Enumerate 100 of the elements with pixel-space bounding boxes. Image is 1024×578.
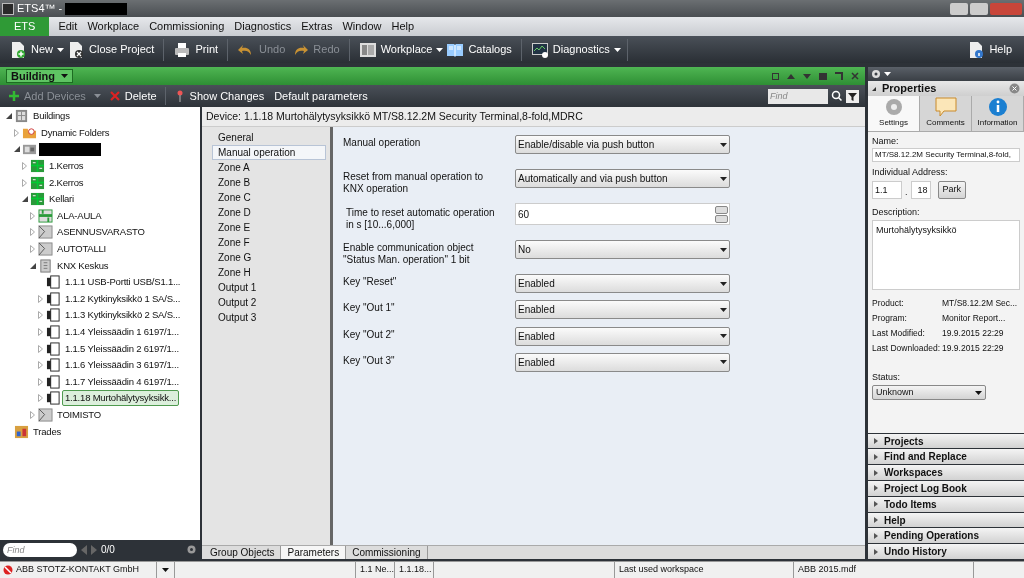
tree-item[interactable]: 1.1.1 USB-Portti USB/S1.1... — [62, 274, 184, 291]
tree-item[interactable]: 1.1.6 Yleissäädin 3 6197/1... — [62, 357, 182, 374]
menu-item[interactable]: Edit — [53, 17, 83, 36]
parameter-page-item[interactable]: Zone E — [212, 220, 326, 235]
collapsed-triangle-icon[interactable] — [30, 245, 35, 254]
filter-icon[interactable] — [846, 89, 859, 103]
parameter-page-item[interactable]: Zone F — [212, 235, 326, 250]
tree-item[interactable]: TOIMISTO — [54, 407, 104, 423]
menu-item[interactable]: Workplace — [82, 17, 145, 36]
toolbar-button[interactable]: Catalogs — [443, 40, 515, 59]
park-button[interactable]: Park — [937, 181, 967, 199]
panel-action-button[interactable]: Delete — [106, 87, 159, 105]
spin-down-button[interactable] — [715, 214, 728, 223]
parameter-page-item[interactable]: Zone D — [212, 205, 326, 220]
spin-up-button[interactable] — [715, 205, 728, 214]
previous-arrow-icon[interactable] — [81, 544, 87, 555]
settings-icon[interactable] — [186, 544, 197, 555]
tree-item[interactable]: Kellari — [46, 191, 77, 208]
expanded-triangle-icon[interactable] — [21, 196, 28, 203]
toolbar-button[interactable]: Print — [170, 40, 222, 59]
tree-item[interactable]: AUTOTALLI — [54, 241, 110, 258]
menu-item[interactable]: Commissioning — [144, 17, 230, 36]
toolbar-button[interactable]: Close Project — [64, 40, 158, 59]
collapsed-panel-header[interactable]: Projects — [868, 433, 1024, 449]
collapsed-triangle-icon[interactable] — [22, 162, 27, 171]
parameter-page-item[interactable]: Output 3 — [212, 310, 326, 325]
find-field[interactable]: Find — [768, 88, 828, 104]
parameter-dropdown[interactable]: Enabled — [515, 352, 730, 372]
tree-item[interactable]: Trades — [30, 423, 64, 440]
panel-action-button[interactable]: Default parameters — [272, 87, 370, 105]
collapsed-triangle-icon[interactable] — [30, 211, 35, 220]
collapsed-panel-header[interactable]: Pending Operations — [868, 528, 1024, 544]
tree-item[interactable]: Dynamic Folders — [38, 124, 113, 141]
up-triangle-icon[interactable] — [787, 73, 795, 79]
menu-item[interactable]: ETS — [0, 17, 50, 36]
find-field[interactable]: Find — [3, 542, 77, 557]
properties-tab[interactable]: Information — [972, 96, 1024, 131]
bottom-tab[interactable]: Commissioning — [346, 546, 428, 559]
close-icon[interactable] — [1009, 83, 1020, 94]
properties-tab[interactable]: Settings — [868, 96, 920, 131]
parameter-page-item[interactable]: Zone A — [212, 160, 326, 175]
tree-item[interactable]: 1.1.7 Yleissäädin 4 6197/1... — [62, 373, 182, 390]
toolbar-button[interactable]: Workplace — [355, 40, 436, 59]
expanded-triangle-icon[interactable] — [13, 146, 20, 153]
expanded-triangle-icon[interactable] — [29, 262, 36, 269]
parameter-dropdown[interactable]: Enabled — [515, 274, 730, 293]
down-triangle-icon[interactable] — [803, 73, 811, 79]
number-input[interactable]: 60 — [516, 206, 530, 222]
toolbar-button[interactable]: New — [6, 40, 56, 59]
collapsed-triangle-icon[interactable] — [22, 178, 27, 187]
next-arrow-icon[interactable] — [91, 544, 97, 555]
parameter-page-item[interactable]: Zone G — [212, 250, 326, 265]
expanded-triangle-icon[interactable] — [5, 113, 12, 120]
help-button[interactable]: Help — [967, 40, 1018, 59]
parameter-dropdown[interactable]: Enabled — [515, 300, 730, 320]
tree-item[interactable]: ASENNUSVARASTO — [54, 224, 148, 241]
collapsed-panel-header[interactable]: Help — [868, 512, 1024, 528]
maximize-button[interactable] — [970, 2, 988, 15]
collapsed-panel-header[interactable]: Project Log Book — [868, 481, 1024, 496]
tree-item[interactable]: 1.1.18 Murtohälytysyksikk... — [62, 390, 180, 407]
collapsed-triangle-icon[interactable] — [38, 294, 43, 303]
collapsed-triangle-icon[interactable] — [38, 344, 43, 353]
parameter-dropdown[interactable]: Enable/disable via push button — [515, 135, 730, 154]
address-field[interactable]: 18 — [910, 181, 931, 199]
collapsed-panel-header[interactable]: Todo Items — [868, 496, 1024, 512]
description-field[interactable]: Murtohälytysyksikkö — [872, 220, 1020, 290]
menu-item[interactable]: Help — [386, 17, 420, 36]
parameter-dropdown[interactable]: Automatically and via push button — [515, 169, 730, 188]
parameter-page-item[interactable]: General — [212, 130, 326, 145]
tree-item[interactable]: 1.1.2 Kytkinyksikkö 1 SA/S... — [62, 290, 184, 307]
building-dropdown[interactable]: Building — [6, 69, 73, 83]
tree-item[interactable]: ALA-AULA — [54, 207, 105, 224]
menu-item[interactable]: Extras — [296, 17, 338, 36]
collapsed-triangle-icon[interactable] — [14, 128, 19, 137]
collapsed-panel-header[interactable]: Undo History — [868, 544, 1024, 559]
parameter-page-item[interactable]: Output 1 — [212, 280, 326, 295]
menu-item[interactable]: Window — [337, 17, 387, 36]
menu-item[interactable]: Diagnostics — [229, 17, 297, 36]
search-icon[interactable] — [831, 90, 843, 102]
close-icon[interactable] — [851, 72, 859, 80]
parameter-dropdown[interactable]: No — [515, 240, 730, 259]
collapsed-triangle-icon[interactable] — [38, 328, 43, 336]
tree-item[interactable]: 1.1.3 Kytkinyksikkö 2 SA/S... — [62, 307, 184, 324]
collapsed-panel-header[interactable]: Workspaces — [868, 465, 1024, 480]
tree-item[interactable]: KNX Keskus — [54, 257, 112, 274]
collapsed-triangle-icon[interactable] — [38, 394, 43, 403]
toolbar-button[interactable]: Diagnostics — [527, 40, 613, 59]
expanded-triangle-icon[interactable] — [872, 86, 876, 91]
bottom-tab[interactable]: Parameters — [281, 546, 347, 559]
parameter-dropdown[interactable]: Enabled — [515, 326, 730, 346]
collapsed-triangle-icon[interactable] — [38, 361, 43, 370]
tree-item[interactable]: 1.Kerros — [46, 158, 87, 175]
tree-item[interactable]: 1.1.4 Yleissäädin 1 6197/1... — [62, 324, 182, 340]
parameter-page-item[interactable]: Zone H — [212, 265, 326, 280]
settings-icon[interactable] — [871, 69, 881, 79]
collapsed-triangle-icon[interactable] — [30, 411, 35, 419]
tree-item[interactable]: 1.1.5 Yleissäädin 2 6197/1... — [62, 340, 182, 357]
parameter-page-item[interactable]: Output 2 — [212, 295, 326, 310]
name-field[interactable]: MT/S8.12.2M Security Terminal,8-fold, — [872, 148, 1020, 162]
collapsed-panel-header[interactable]: Find and Replace — [868, 449, 1024, 465]
